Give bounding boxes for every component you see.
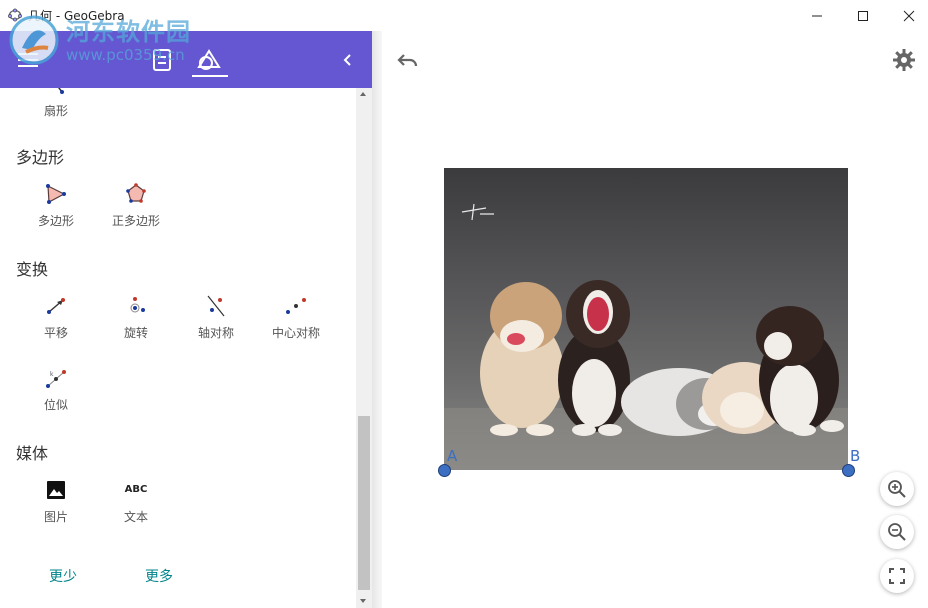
tool-label: 多边形 (37, 214, 74, 228)
fullscreen-icon (889, 568, 905, 584)
close-button[interactable] (886, 0, 928, 31)
tool-label: 平移 (43, 326, 68, 340)
zoom-in-icon (888, 480, 906, 498)
watermark-logo-icon (9, 15, 59, 65)
inserted-image[interactable] (444, 168, 848, 470)
less-button[interactable]: 更少 (49, 566, 77, 586)
scroll-thumb[interactable] (358, 416, 370, 590)
regular-polygon-icon (126, 183, 146, 203)
section-title-polygons: 多边形 (16, 148, 65, 167)
section-title-media: 媒体 (16, 444, 49, 463)
tool-label: 正多边形 (111, 214, 160, 228)
polygon-icon (46, 184, 66, 204)
tool-label: 图片 (43, 510, 68, 524)
more-button[interactable]: 更多 (145, 566, 173, 586)
rotate-icon (130, 297, 145, 313)
panel-divider[interactable] (372, 31, 382, 608)
image-icon (47, 481, 65, 499)
zoom-out-button[interactable] (880, 515, 914, 549)
tool-regular-polygon[interactable]: 正多边形 (96, 182, 176, 229)
undo-icon[interactable] (396, 50, 420, 70)
minimize-button[interactable] (794, 0, 840, 31)
tool-rotate[interactable]: 旋转 (96, 294, 176, 341)
maximize-button[interactable] (840, 0, 886, 31)
tool-label: 位似 (43, 398, 68, 412)
active-tab-indicator (192, 75, 228, 77)
zoom-in-button[interactable] (880, 472, 914, 506)
collapse-panel-button[interactable] (336, 48, 360, 72)
tool-reflect-point[interactable]: 中心对称 (256, 294, 336, 341)
point-a[interactable] (438, 464, 451, 477)
collapse-panel-icon (343, 54, 351, 66)
watermark-url: www.pc0359.cn (66, 46, 185, 64)
close-icon (903, 10, 915, 21)
tool-sector[interactable]: 扇形 (16, 88, 96, 119)
tool-translate[interactable]: 平移 (16, 294, 96, 341)
tools-panel-scrollbar[interactable] (356, 88, 372, 608)
reflect-point-icon (286, 298, 306, 314)
tool-dilate[interactable]: k 位似 (16, 366, 96, 413)
dilate-icon: k (46, 370, 66, 388)
tool-image[interactable]: 图片 (16, 478, 96, 525)
scroll-up-icon[interactable] (360, 92, 366, 96)
tools-tab[interactable] (197, 48, 221, 72)
tool-label: 扇形 (43, 104, 68, 118)
tools-icon (197, 49, 221, 70)
section-title-transformations: 变换 (16, 260, 49, 279)
minimize-icon (812, 15, 822, 16)
translate-icon (47, 298, 65, 314)
tool-text[interactable]: ABC 文本 (96, 478, 176, 525)
point-a-label: A (447, 447, 458, 465)
puppies-photo (444, 203, 848, 470)
point-b[interactable] (842, 464, 855, 477)
tool-label: 文本 (123, 510, 148, 524)
tool-label: 轴对称 (197, 326, 234, 340)
tool-label: 中心对称 (271, 326, 320, 340)
tools-panel: 扇形 多边形 多边形 正多边形 变换 平移 旋转 轴对称 中心对称 k 位似 媒… (0, 88, 356, 608)
sector-icon (58, 88, 64, 94)
reflect-line-icon (207, 295, 225, 317)
svg-text:k: k (50, 371, 54, 378)
settings-icon[interactable] (892, 48, 916, 72)
tool-label: 旋转 (123, 326, 148, 340)
tool-polygon[interactable]: 多边形 (16, 182, 96, 229)
text-icon: ABC (124, 484, 148, 495)
point-b-label: B (850, 447, 861, 465)
zoom-out-icon (888, 523, 906, 541)
watermark-text: 河东软件园 (66, 18, 191, 46)
tool-reflect-line[interactable]: 轴对称 (176, 294, 256, 341)
maximize-icon (858, 10, 868, 21)
scroll-down-icon[interactable] (360, 599, 366, 603)
fullscreen-button[interactable] (880, 559, 914, 593)
